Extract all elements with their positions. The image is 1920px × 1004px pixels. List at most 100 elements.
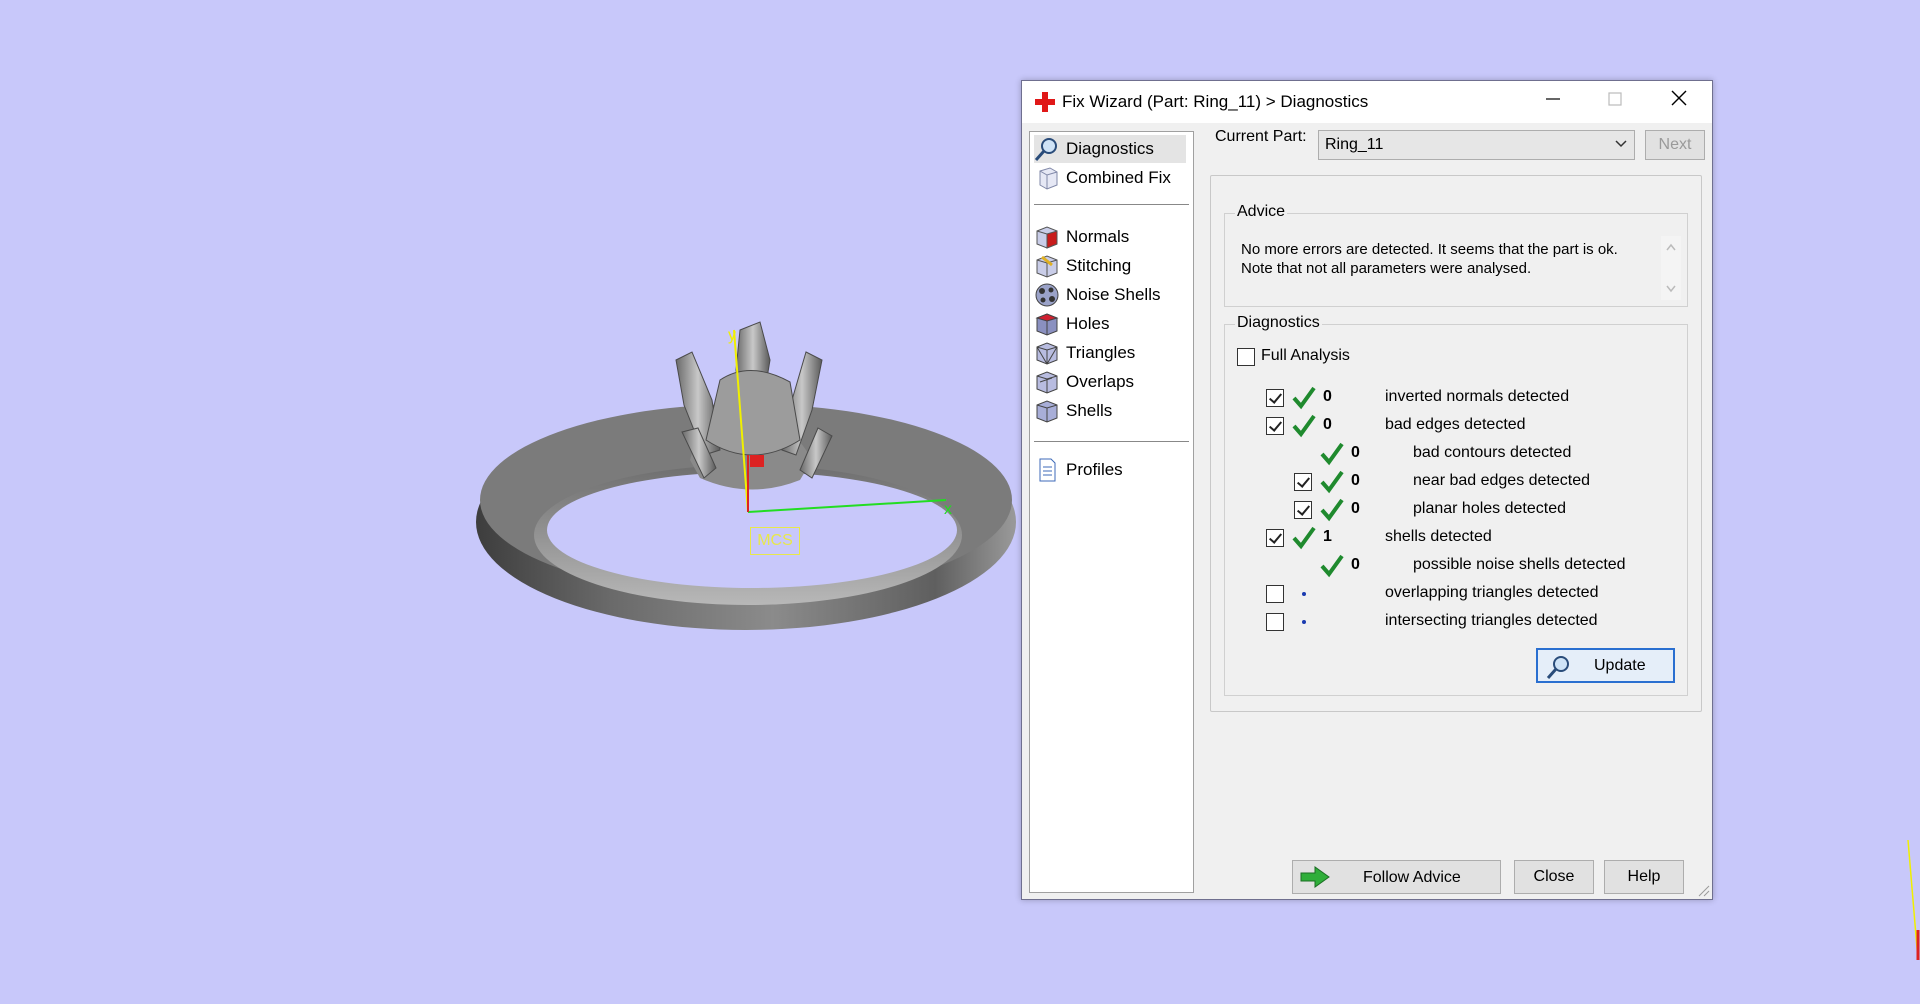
follow-advice-label: Follow Advice <box>1363 869 1461 886</box>
nav-label: Shells <box>1066 401 1113 420</box>
nav-label: Combined Fix <box>1066 168 1171 187</box>
full-analysis-checkbox[interactable] <box>1237 348 1255 366</box>
nav-label: Diagnostics <box>1066 139 1154 158</box>
shells-checkbox[interactable] <box>1266 529 1284 547</box>
green-check-icon <box>1292 386 1316 410</box>
nav-label: Overlaps <box>1066 372 1135 391</box>
green-check-icon <box>1320 498 1344 522</box>
planar-holes-checkbox[interactable] <box>1294 501 1312 519</box>
diagnostic-count: 0 <box>1323 388 1332 405</box>
near-bad-edges-checkbox[interactable] <box>1294 473 1312 491</box>
close-icon <box>1671 90 1687 106</box>
nav-item-noise-shells[interactable]: Noise Shells <box>1034 281 1186 309</box>
nav-label: Normals <box>1066 227 1130 246</box>
resize-grip-icon[interactable] <box>1696 883 1710 897</box>
current-part-label: Current Part: <box>1215 128 1307 145</box>
diagnostic-count: 0 <box>1351 500 1360 517</box>
nav-label: Holes <box>1066 314 1110 333</box>
overlaps-cube-icon <box>1036 371 1058 394</box>
green-arrow-icon <box>1300 866 1330 888</box>
nav-item-triangles[interactable]: Triangles <box>1034 339 1186 367</box>
green-check-icon <box>1320 470 1344 494</box>
diagnostic-label: overlapping triangles detected <box>1385 584 1599 601</box>
green-check-icon <box>1320 554 1344 578</box>
triangles-cube-icon <box>1036 342 1058 365</box>
diagnostic-label: bad edges detected <box>1385 416 1526 433</box>
current-part-select[interactable]: Ring_11 <box>1318 130 1635 160</box>
nav-label: Profiles <box>1066 460 1123 479</box>
not-analysed-dot <box>1302 620 1306 624</box>
diagnostic-count: 1 <box>1323 528 1332 545</box>
minimize-button[interactable] <box>1522 81 1584 123</box>
bad-edges-checkbox[interactable] <box>1266 417 1284 435</box>
nav-item-overlaps[interactable]: Overlaps <box>1034 368 1186 396</box>
diagnostic-count: 0 <box>1323 416 1332 433</box>
fix-wizard-dialog: Fix Wizard (Part: Ring_11) > Diagnostics… <box>1021 80 1713 900</box>
combined-fix-icon <box>1039 167 1058 190</box>
magnifier-icon <box>1546 656 1569 679</box>
nav-separator <box>1034 204 1189 205</box>
update-button[interactable]: Update <box>1536 648 1675 683</box>
holes-cube-icon <box>1035 313 1059 336</box>
advice-group: Advice No more errors are detected. It s… <box>1224 203 1688 307</box>
stitching-cube-icon <box>1036 255 1058 278</box>
inverted-normals-checkbox[interactable] <box>1266 389 1284 407</box>
nav-item-shells[interactable]: Shells <box>1034 397 1186 425</box>
nav-item-diagnostics[interactable]: Diagnostics <box>1034 135 1186 163</box>
advice-scrollbar[interactable] <box>1661 236 1681 300</box>
nav-item-stitching[interactable]: Stitching <box>1034 252 1186 280</box>
green-check-icon <box>1320 442 1344 466</box>
not-analysed-dot <box>1302 592 1306 596</box>
diagnostics-group: Diagnostics Full Analysis 0 inverted nor… <box>1224 314 1688 696</box>
advice-line: No more errors are detected. It seems th… <box>1241 241 1618 258</box>
overlapping-triangles-checkbox[interactable] <box>1266 585 1284 603</box>
document-icon <box>1039 458 1056 482</box>
advice-text: No more errors are detected. It seems th… <box>1241 240 1631 278</box>
shells-cube-icon <box>1036 400 1058 423</box>
green-check-icon <box>1292 526 1316 550</box>
help-button[interactable]: Help <box>1604 860 1684 894</box>
diagnostic-count: 0 <box>1351 556 1360 573</box>
nav-item-profiles[interactable]: Profiles <box>1034 456 1186 484</box>
noise-shells-icon <box>1035 283 1059 307</box>
intersecting-triangles-checkbox[interactable] <box>1266 613 1284 631</box>
nav-label: Stitching <box>1066 256 1132 275</box>
wizard-nav: Diagnostics Combined Fix Normals Stitchi… <box>1029 131 1194 893</box>
diagnostic-label: shells detected <box>1385 528 1492 545</box>
diagnostics-title: Diagnostics <box>1235 314 1322 332</box>
follow-advice-button[interactable]: Follow Advice <box>1292 860 1501 894</box>
diagnostic-label: possible noise shells detected <box>1413 556 1626 573</box>
diagnostic-label: inverted normals detected <box>1385 388 1570 405</box>
nav-label: Noise Shells <box>1066 285 1161 304</box>
diagnostic-count: 0 <box>1351 472 1360 489</box>
nav-item-normals[interactable]: Normals <box>1034 223 1186 251</box>
chevron-down-icon <box>1615 140 1627 148</box>
maximize-icon <box>1608 92 1622 106</box>
red-cross-icon <box>1035 92 1055 112</box>
diagnostic-label: bad contours detected <box>1413 444 1572 461</box>
mcs-label: MCS <box>750 527 800 555</box>
nav-label: Triangles <box>1066 343 1136 362</box>
diagnostic-label: near bad edges detected <box>1413 472 1591 489</box>
magnifier-icon <box>1034 138 1057 161</box>
title-bar[interactable]: Fix Wizard (Part: Ring_11) > Diagnostics <box>1022 81 1712 123</box>
green-check-icon <box>1292 414 1316 438</box>
nav-separator <box>1034 441 1189 442</box>
normals-cube-icon <box>1036 226 1058 249</box>
diagnostic-label: planar holes detected <box>1413 500 1566 517</box>
diagnostic-count: 0 <box>1351 444 1360 461</box>
close-button[interactable]: Close <box>1514 860 1594 894</box>
advice-line: Note that not all parameters were analys… <box>1241 260 1532 277</box>
nav-item-combined-fix[interactable]: Combined Fix <box>1034 164 1186 192</box>
advice-title: Advice <box>1235 203 1288 221</box>
y-axis-label: y <box>728 327 736 344</box>
x-axis-label: x <box>944 501 952 518</box>
maximize-button[interactable] <box>1584 81 1646 123</box>
next-button[interactable]: Next <box>1645 130 1705 160</box>
dialog-title: Fix Wizard (Part: Ring_11) > Diagnostics <box>1062 92 1369 111</box>
full-analysis-label: Full Analysis <box>1261 347 1350 364</box>
update-label: Update <box>1594 657 1646 674</box>
nav-item-holes[interactable]: Holes <box>1034 310 1186 338</box>
diagnostic-label: intersecting triangles detected <box>1385 612 1598 629</box>
close-window-button[interactable] <box>1648 81 1710 123</box>
